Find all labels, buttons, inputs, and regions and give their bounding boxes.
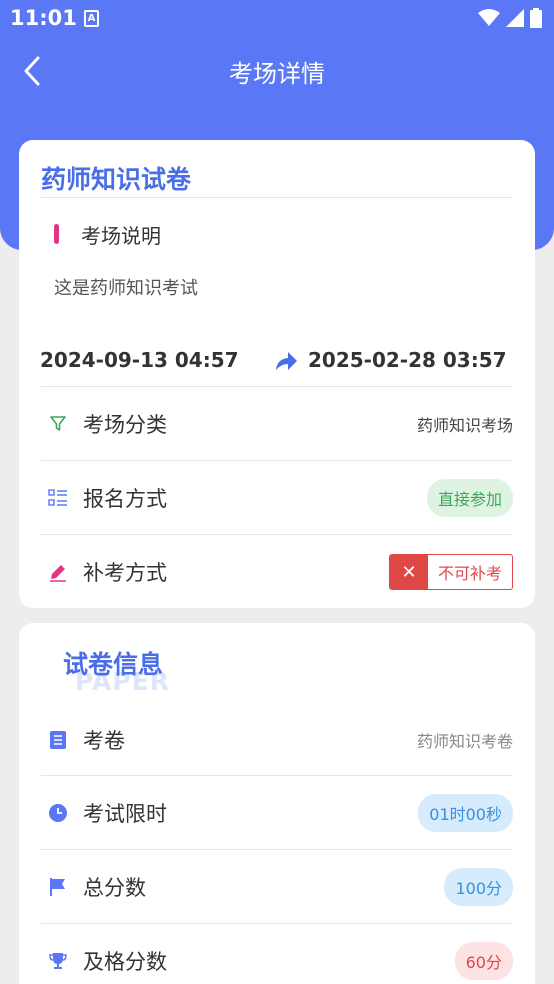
pass-score-row: 及格分数 60分 — [41, 924, 513, 984]
total-score-label: 总分数 — [83, 876, 146, 900]
divider — [41, 197, 513, 198]
makeup-value: 不可补考 — [437, 564, 502, 583]
wifi-icon — [478, 9, 500, 26]
flag-icon — [47, 876, 69, 898]
document-icon — [47, 729, 69, 751]
signal-icon — [506, 9, 524, 27]
category-value: 药师知识考场 — [416, 416, 513, 435]
exam-description: 这是药师知识考试 — [54, 278, 198, 299]
battery-icon — [530, 8, 542, 28]
close-icon: ✕ — [389, 555, 428, 589]
filter-icon — [47, 413, 69, 435]
signup-label: 报名方式 — [83, 487, 167, 511]
makeup-badge: ✕ 不可补考 — [388, 554, 513, 590]
app-notification-icon: A — [84, 10, 99, 27]
exam-title: 药师知识试卷 — [41, 165, 192, 194]
status-time: 11:01 — [10, 6, 77, 30]
clock-icon — [47, 802, 69, 824]
category-label: 考场分类 — [83, 413, 167, 437]
paper-title: 试卷信息 — [63, 650, 164, 679]
total-score-badge: 100分 — [444, 868, 513, 906]
paper-info-card: PAPER 试卷信息 考卷 药师知识考卷 考试限时 01时00秒 总分数 100… — [19, 623, 535, 984]
status-icons — [478, 8, 542, 28]
trophy-icon — [47, 950, 69, 972]
makeup-row: 补考方式 ✕ 不可补考 — [41, 535, 513, 609]
time-limit-badge: 01时00秒 — [418, 794, 513, 832]
pass-score-badge: 60分 — [454, 942, 513, 980]
start-time: 2024-09-13 04:57 — [40, 348, 239, 372]
paper-label: 考卷 — [83, 729, 125, 753]
status-bar: 11:01 A — [0, 0, 554, 36]
category-row: 考场分类 药师知识考场 — [41, 387, 513, 461]
time-limit-label: 考试限时 — [83, 802, 167, 826]
nav-bar: 考场详情 — [0, 40, 554, 100]
total-score-row: 总分数 100分 — [41, 850, 513, 924]
list-icon — [47, 487, 69, 509]
page-title: 考场详情 — [229, 60, 325, 88]
paper-value: 药师知识考卷 — [416, 732, 513, 751]
section-marker — [54, 224, 59, 244]
exam-info-card: 药师知识试卷 考场说明 这是药师知识考试 2024-09-13 04:57 20… — [19, 140, 535, 608]
signup-row: 报名方式 直接参加 — [41, 461, 513, 535]
pencil-icon — [47, 561, 69, 583]
signup-badge: 直接参加 — [426, 479, 513, 517]
section-title: 考场说明 — [81, 223, 161, 248]
section-header: 考场说明 — [54, 222, 161, 248]
end-time: 2025-02-28 03:57 — [308, 348, 507, 372]
pass-score-label: 及格分数 — [83, 950, 167, 974]
paper-row: 考卷 药师知识考卷 — [41, 703, 513, 777]
makeup-label: 补考方式 — [83, 561, 167, 585]
time-limit-row: 考试限时 01时00秒 — [41, 776, 513, 850]
forward-arrow-icon — [276, 352, 297, 370]
